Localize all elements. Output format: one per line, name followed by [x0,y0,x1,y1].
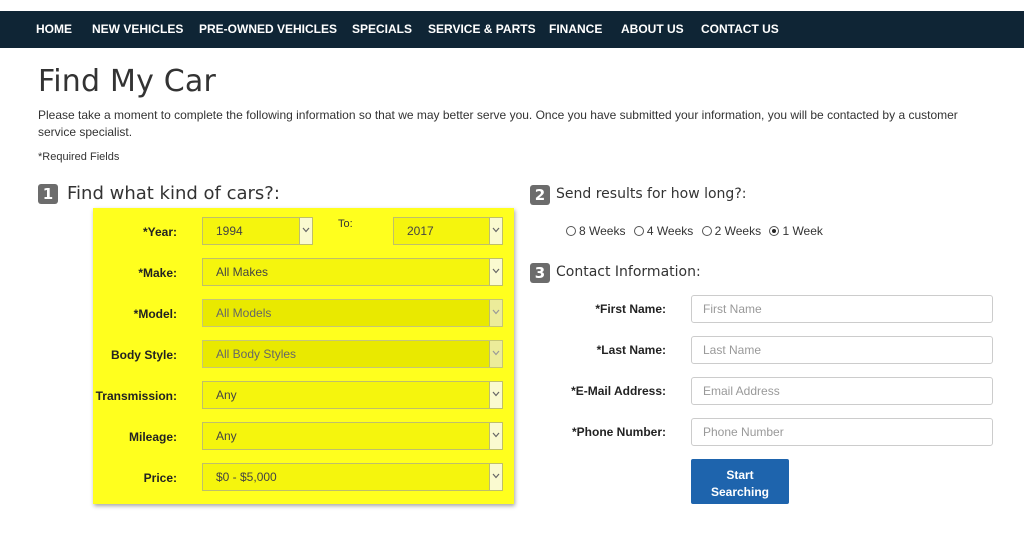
chevron-down-icon [489,423,502,449]
last-name-label: *Last Name: [596,343,666,357]
page-title: Find My Car [38,64,217,99]
step-2-badge: 2 [530,185,550,205]
nav-new-vehicles[interactable]: NEW VEHICLES [92,11,183,48]
start-searching-line2: Searching [710,485,770,499]
nav-home[interactable]: HOME [36,11,72,48]
year-label: *Year: [142,225,177,239]
nav-finance[interactable]: FINANCE [549,11,602,48]
chevron-down-icon [489,341,502,367]
year-to-select[interactable]: 2017 [393,217,503,245]
first-name-input[interactable] [691,295,993,323]
year-to-value: 2017 [407,224,434,238]
price-label: Price: [143,471,177,485]
price-value: $0 - $5,000 [216,470,277,484]
chevron-down-icon [489,259,502,285]
radio-4-weeks[interactable]: 4 Weeks [633,224,694,238]
radio-2-weeks[interactable]: 2 Weeks [701,224,762,238]
last-name-input[interactable] [691,336,993,364]
radio-8-weeks[interactable]: 8 Weeks [566,224,625,238]
body-style-value: All Body Styles [216,347,297,361]
nav-about-us[interactable]: ABOUT US [621,11,684,48]
nav-specials[interactable]: SPECIALS [352,11,412,48]
intro-text: Please take a moment to complete the fol… [38,108,958,139]
year-from-value: 1994 [216,224,243,238]
year-from-select[interactable]: 1994 [202,217,313,245]
mileage-label: Mileage: [128,430,177,444]
first-name-label: *First Name: [595,302,666,316]
radio-2-weeks-label: 2 Weeks [714,224,762,238]
radio-1-week-label: 1 Week [782,224,823,238]
transmission-label: Transmission: [95,389,177,403]
step-3-badge: 3 [530,263,550,283]
radio-circle-icon [701,226,712,236]
body-style-label: Body Style: [110,348,177,362]
chevron-down-icon [489,382,502,408]
nav-pre-owned-vehicles[interactable]: PRE-OWNED VEHICLES [199,11,337,48]
model-value: All Models [216,306,272,320]
top-strip [0,0,1024,11]
phone-input[interactable] [691,418,993,446]
price-select[interactable]: $0 - $5,000 [202,463,503,491]
model-label: *Model: [133,307,177,321]
start-searching-button[interactable]: Start Searching [691,459,789,504]
transmission-value: Any [216,388,237,402]
chevron-down-icon [299,218,312,244]
radio-checked-icon [769,226,780,236]
start-searching-line1: Start [726,468,754,482]
year-to-label: To: [338,218,353,230]
mileage-value: Any [216,429,237,443]
required-fields-note: *Required Fields [38,151,120,163]
radio-circle-icon [566,226,576,236]
step-1-badge: 1 [38,184,58,204]
mileage-select[interactable]: Any [202,422,503,450]
radio-1-week[interactable]: 1 Week [769,224,823,238]
nav-service-parts[interactable]: SERVICE & PARTS [428,11,536,48]
chevron-down-icon [489,300,502,326]
chevron-down-icon [489,218,502,244]
step-2-title: Send results for how long?: [556,186,747,202]
main-nav: HOME NEW VEHICLES PRE-OWNED VEHICLES SPE… [0,11,1024,48]
email-input[interactable] [691,377,993,405]
radio-8-weeks-label: 8 Weeks [579,224,626,238]
phone-label: *Phone Number: [571,425,666,439]
duration-radio-group: 8 Weeks 4 Weeks 2 Weeks 1 Week [566,224,828,238]
make-label: *Make: [138,266,177,280]
model-select[interactable]: All Models [202,299,503,327]
transmission-select[interactable]: Any [202,381,503,409]
radio-circle-icon [633,226,644,236]
radio-4-weeks-label: 4 Weeks [646,224,694,238]
email-label: *E-Mail Address: [571,384,666,398]
step-1-title: Find what kind of cars?: [67,183,280,204]
make-select[interactable]: All Makes [202,258,503,286]
chevron-down-icon [489,464,502,490]
step-3-title: Contact Information: [556,264,701,280]
body-style-select[interactable]: All Body Styles [202,340,503,368]
nav-contact-us[interactable]: CONTACT US [701,11,779,48]
make-value: All Makes [216,265,269,279]
